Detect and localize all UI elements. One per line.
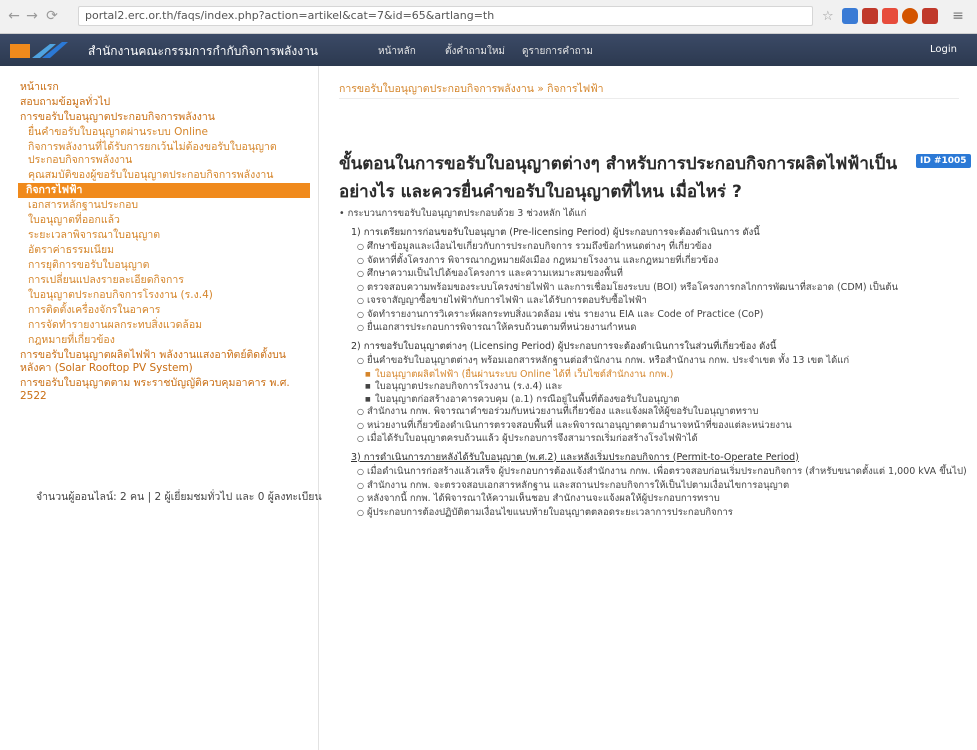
reload-icon[interactable]: ⟳: [44, 8, 60, 24]
divider: [339, 98, 959, 99]
erc-logo[interactable]: [10, 40, 84, 62]
section-list: ยื่นคำขอรับใบอนุญาตต่างๆ พร้อมเอกสารหลัก…: [357, 355, 969, 368]
bookmark-star-icon[interactable]: ☆: [822, 9, 838, 25]
article-intro: • กระบวนการขอรับใบอนุญาตประกอบด้วย 3 ช่ว…: [339, 208, 587, 219]
sub-list-item: ใบอนุญาตประกอบกิจการโรงงาน (ร.ง.4) และ: [365, 381, 969, 394]
section-list: เมื่อดำเนินการก่อสร้างแล้วเสร็จ ผู้ประกอ…: [357, 466, 969, 519]
list-item: เมื่อได้รับใบอนุญาตครบถ้วนแล้ว ผู้ประกอบ…: [357, 433, 969, 446]
sidebar-item[interactable]: การขอรับใบอนุญาตประกอบกิจการพลังงาน: [20, 110, 310, 125]
nav-question-list[interactable]: ดูรายการคำถาม: [522, 44, 593, 59]
sidebar-item[interactable]: อัตราค่าธรรมเนียม: [20, 243, 310, 258]
sidebar-item[interactable]: การยุติการขอรับใบอนุญาต: [20, 258, 310, 273]
list-item: ศึกษาข้อมูลและเงื่อนไขเกี่ยวกับการประกอบ…: [357, 241, 969, 254]
sidebar-item[interactable]: การจัดทำรายงานผลกระทบสิ่งแวดล้อม: [20, 318, 310, 333]
breadcrumb[interactable]: การขอรับใบอนุญาตประกอบกิจการพลังงาน » กิ…: [339, 80, 604, 97]
sidebar-item[interactable]: การขอรับใบอนุญาตตาม พระราชบัญญัติควบคุมอ…: [20, 376, 310, 404]
extension-icon[interactable]: [922, 8, 938, 24]
back-icon[interactable]: ←: [6, 8, 22, 24]
sidebar-item[interactable]: เอกสารหลักฐานประกอบ: [20, 198, 310, 213]
browser-toolbar: ← → ⟳ portal2.erc.or.th/faqs/index.php?a…: [0, 0, 977, 34]
extension-icon[interactable]: [842, 8, 858, 24]
sidebar-item-active[interactable]: กิจการไฟฟ้า: [18, 183, 310, 198]
list-item: เมื่อดำเนินการก่อสร้างแล้วเสร็จ ผู้ประกอ…: [357, 466, 969, 479]
sidebar-item[interactable]: ระยะเวลาพิจารณาใบอนุญาต: [20, 228, 310, 243]
site-name[interactable]: สำนักงานคณะกรรมการกำกับกิจการพลังงาน: [88, 42, 318, 61]
nav-home[interactable]: หน้าหลัก: [378, 44, 416, 59]
section-heading: 2) การขอรับใบอนุญาตต่างๆ (Licensing Peri…: [351, 340, 777, 352]
extension-icon[interactable]: [902, 8, 918, 24]
address-bar[interactable]: portal2.erc.or.th/faqs/index.php?action=…: [78, 6, 813, 26]
sidebar-item[interactable]: การติดตั้งเครื่องจักรในอาคาร: [20, 303, 310, 318]
sub-list-item: ใบอนุญาตก่อสร้างอาคารควบคุม (อ.1) กรณีอย…: [365, 394, 969, 407]
sidebar-item[interactable]: ใบอนุญาตที่ออกแล้ว: [20, 213, 310, 228]
sidebar-item[interactable]: สอบถามข้อมูลทั่วไป: [20, 95, 310, 110]
sidebar: หน้าแรก สอบถามข้อมูลทั่วไป การขอรับใบอนุ…: [0, 66, 322, 750]
sidebar-item[interactable]: ยื่นคำขอรับใบอนุญาตผ่านระบบ Online: [20, 125, 310, 140]
sidebar-item[interactable]: การเปลี่ยนแปลงรายละเอียดกิจการ: [20, 273, 310, 288]
sidebar-item[interactable]: หน้าแรก: [20, 80, 310, 95]
sidebar-item[interactable]: คุณสมบัติของผู้ขอรับใบอนุญาตประกอบกิจการ…: [20, 168, 310, 183]
extension-icon[interactable]: [882, 8, 898, 24]
sidebar-item[interactable]: ใบอนุญาตประกอบกิจการโรงงาน (ร.ง.4): [20, 288, 310, 303]
section-heading: 1) การเตรียมการก่อนขอรับใบอนุญาต (Pre-li…: [351, 226, 760, 238]
login-link[interactable]: Login: [930, 44, 957, 55]
list-item: หน่วยงานที่เกี่ยวข้องดำเนินการตรวจสอบพื้…: [357, 420, 969, 433]
list-item: ศึกษาความเป็นไปได้ของโครงการ และความเหมา…: [357, 268, 969, 281]
main-content: การขอรับใบอนุญาตประกอบกิจการพลังงาน » กิ…: [318, 66, 977, 750]
list-item: จัดทำรายงานการวิเคราะห์ผลกระทบสิ่งแวดล้อ…: [357, 309, 969, 322]
list-item: เจรจาสัญญาซื้อขายไฟฟ้ากับการไฟฟ้า และได้…: [357, 295, 969, 308]
list-item: สำนักงาน กกพ. พิจารณาคำขอร่วมกับหน่วยงาน…: [357, 406, 969, 419]
page-title: ขั้นตอนในการขอรับใบอนุญาตต่างๆ สำหรับการ…: [339, 154, 898, 202]
sidebar-menu: หน้าแรก สอบถามข้อมูลทั่วไป การขอรับใบอนุ…: [18, 80, 310, 404]
list-item: สำนักงาน กกพ. จะตรวจสอบเอกสารหลักฐาน และ…: [357, 480, 969, 493]
menu-icon[interactable]: ≡: [950, 8, 966, 24]
extension-icon[interactable]: [862, 8, 878, 24]
sub-list-item: ใบอนุญาตผลิตไฟฟ้า (ยื่นผ่านระบบ Online ไ…: [365, 369, 969, 382]
sidebar-item[interactable]: กิจการพลังงานที่ได้รับการยกเว้นไม่ต้องขอ…: [20, 140, 310, 168]
section-heading: 3) การดำเนินการภายหลังได้รับใบอนุญาต (พ.…: [351, 451, 799, 463]
sub-list: ใบอนุญาตผลิตไฟฟ้า (ยื่นผ่านระบบ Online ไ…: [365, 369, 969, 407]
section-list: สำนักงาน กกพ. พิจารณาคำขอร่วมกับหน่วยงาน…: [357, 406, 969, 446]
sidebar-item[interactable]: กฎหมายที่เกี่ยวข้อง: [20, 333, 310, 348]
article-body: • กระบวนการขอรับใบอนุญาตประกอบด้วย 3 ช่ว…: [339, 208, 969, 520]
list-item: ยื่นคำขอรับใบอนุญาตต่างๆ พร้อมเอกสารหลัก…: [357, 355, 969, 368]
site-header: สำนักงานคณะกรรมการกำกับกิจการพลังงาน หน้…: [0, 34, 977, 66]
list-item: ตรวจสอบความพร้อมของระบบโครงข่ายไฟฟ้า และ…: [357, 282, 969, 295]
list-item: จัดหาที่ตั้งโครงการ พิจารณากฎหมายผังเมือ…: [357, 255, 969, 268]
visitor-count: จำนวนผู้ออนไลน์: 2 คน | 2 ผู้เยี่ยมชมทั่…: [36, 491, 322, 503]
list-item: หลังจากนี้ กกพ. ได้พิจารณาให้ความเห็นชอบ…: [357, 493, 969, 506]
section-list: ศึกษาข้อมูลและเงื่อนไขเกี่ยวกับการประกอบ…: [357, 241, 969, 335]
list-item: ยื่นเอกสารประกอบการพิจารณาให้ครบถ้วนตามท…: [357, 322, 969, 335]
nav-ask-question[interactable]: ตั้งคำถามใหม่: [445, 44, 505, 59]
forward-icon[interactable]: →: [24, 8, 40, 24]
id-badge: ID #1005: [916, 154, 971, 168]
list-item: ผู้ประกอบการต้องปฏิบัติตามเงื่อนไขแนบท้า…: [357, 507, 969, 520]
sidebar-item[interactable]: การขอรับใบอนุญาตผลิตไฟฟ้า พลังงานแสงอาทิ…: [20, 348, 310, 376]
